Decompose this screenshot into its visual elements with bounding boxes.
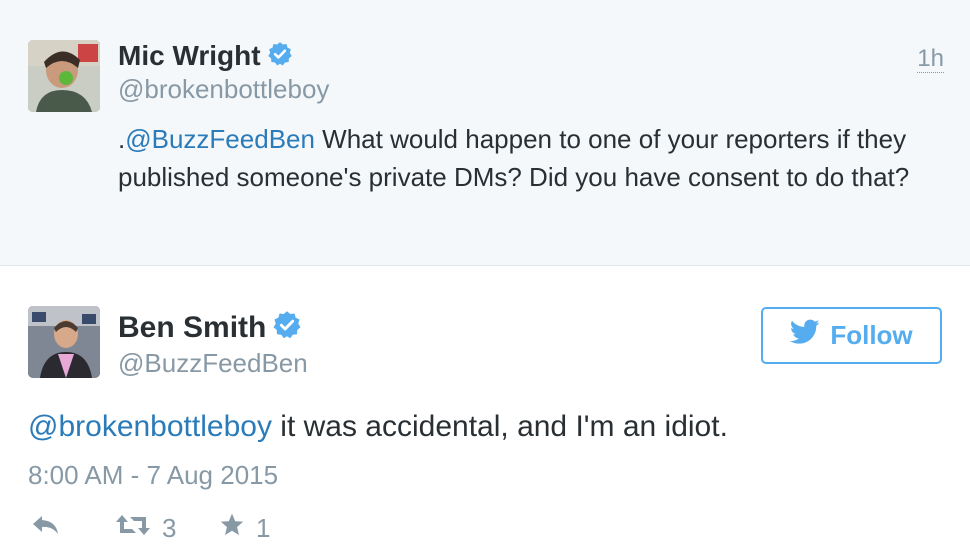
author-handle[interactable]: @BuzzFeedBen xyxy=(118,348,308,379)
tweet-text: @brokenbottleboy it was accidental, and … xyxy=(28,410,728,444)
favorite-count: 1 xyxy=(256,513,271,543)
text-body: it was accidental, and I'm an idiot. xyxy=(271,410,728,443)
retweet-icon xyxy=(114,512,152,545)
mention-link[interactable]: @BuzzFeedBen xyxy=(125,124,315,154)
author-name[interactable]: Ben Smith xyxy=(118,310,302,348)
favorite-star-icon xyxy=(218,512,246,545)
tweet-time[interactable]: 1h xyxy=(917,46,944,73)
verified-badge-icon xyxy=(267,41,293,74)
verified-badge-icon xyxy=(272,310,302,348)
reply-icon xyxy=(30,512,62,543)
retweet-count: 3 xyxy=(162,513,177,543)
follow-button[interactable]: Follow xyxy=(761,307,942,364)
tweet-timestamp[interactable]: 8:00 AM - 7 Aug 2015 xyxy=(28,460,278,491)
author-name[interactable]: Mic Wright xyxy=(118,40,293,74)
avatar[interactable] xyxy=(28,40,100,112)
tweet-text: .@BuzzFeedBen What would happen to one o… xyxy=(118,120,948,196)
mention-link[interactable]: @brokenbottleboy xyxy=(28,410,272,443)
avatar[interactable] xyxy=(28,306,100,378)
follow-label: Follow xyxy=(830,320,913,350)
author-handle[interactable]: @brokenbottleboy xyxy=(118,74,329,105)
twitter-bird-icon xyxy=(790,319,820,352)
parent-tweet: Mic Wright @brokenbottleboy 1h .@BuzzFee… xyxy=(0,0,970,266)
retweet-button[interactable]: 3 xyxy=(114,512,176,545)
favorite-button[interactable]: 1 xyxy=(218,512,270,545)
reply-button[interactable] xyxy=(30,512,62,543)
